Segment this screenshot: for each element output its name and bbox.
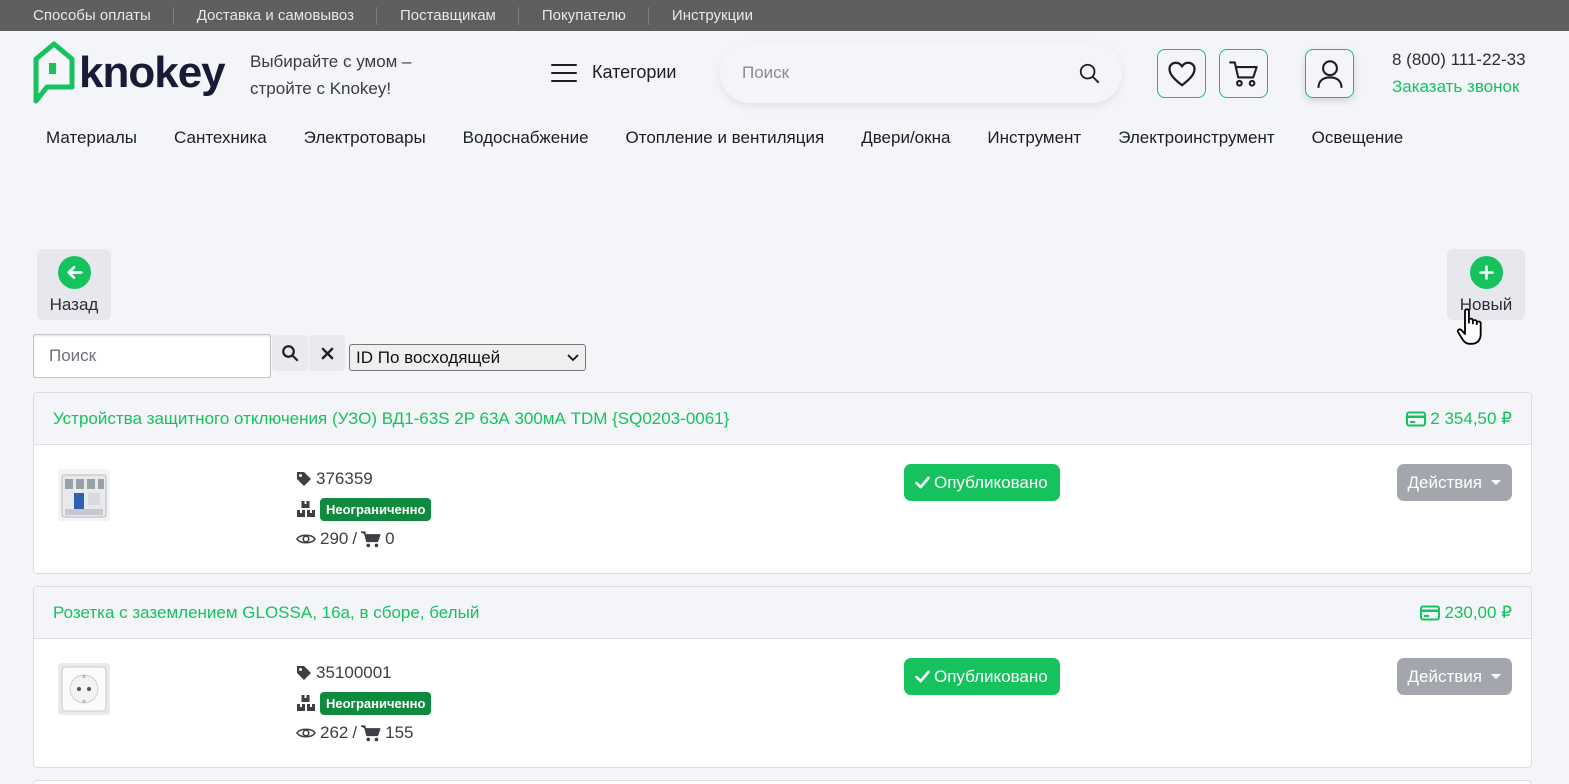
- phone-number[interactable]: 8 (800) 111-22-33: [1392, 50, 1526, 70]
- heart-icon: [1167, 61, 1196, 86]
- nav-item-lighting[interactable]: Освещение: [1312, 126, 1404, 150]
- filter-search-button[interactable]: [272, 335, 308, 371]
- nav-item-heating[interactable]: Отопление и вентиляция: [626, 126, 825, 150]
- back-label: Назад: [49, 295, 99, 314]
- product-sku: 376359: [316, 469, 373, 488]
- logo-icon: [33, 41, 75, 104]
- product-card: Розетка с заземлением GLOSSA, 16а, в сбо…: [33, 586, 1532, 768]
- check-icon: [915, 476, 930, 489]
- account-button[interactable]: [1305, 49, 1354, 98]
- product-orders: 155: [385, 723, 414, 742]
- product-orders: 0: [385, 529, 395, 548]
- filter-search-input[interactable]: [33, 334, 271, 378]
- product-price: 230,00 ₽: [1420, 603, 1512, 623]
- back-button[interactable]: Назад: [37, 249, 111, 320]
- header-search-input[interactable]: [742, 63, 1078, 83]
- published-status-button[interactable]: Опубликовано: [904, 464, 1060, 501]
- category-nav: Материалы Сантехника Электротовары Водос…: [46, 126, 1403, 150]
- nav-item-materials[interactable]: Материалы: [46, 126, 137, 150]
- back-arrow-icon: [57, 256, 91, 289]
- categories-label: Категории: [592, 62, 677, 82]
- stats-separator: /: [352, 723, 358, 742]
- cart-button[interactable]: [1219, 49, 1268, 98]
- topbar-link-instructions[interactable]: Инструкции: [672, 7, 775, 25]
- boxes-icon: [297, 695, 315, 711]
- nav-item-water-supply[interactable]: Водоснабжение: [463, 126, 589, 150]
- nav-item-power-tools[interactable]: Электроинструмент: [1118, 126, 1274, 150]
- clear-icon: [321, 347, 333, 359]
- categories-button[interactable]: Категории: [551, 62, 676, 83]
- search-icon: [282, 345, 299, 362]
- nav-item-plumbing[interactable]: Сантехника: [174, 126, 267, 150]
- topbar-link-suppliers[interactable]: Поставщикам: [400, 6, 519, 25]
- cart-small-icon: [361, 724, 381, 741]
- price-card-icon: [1406, 411, 1427, 426]
- eye-icon: [296, 728, 316, 738]
- wishlist-button[interactable]: [1157, 49, 1206, 98]
- tag-icon: [297, 472, 311, 486]
- tag-icon: [297, 666, 311, 680]
- topbar-link-payment[interactable]: Способы оплаты: [33, 6, 174, 25]
- cart-small-icon: [361, 530, 381, 547]
- product-thumbnail[interactable]: [58, 469, 110, 521]
- nav-item-doors-windows[interactable]: Двери/окна: [861, 126, 950, 150]
- stock-badge: Неограниченно: [320, 497, 432, 521]
- logo-wordmark: knokey: [79, 48, 226, 97]
- actions-dropdown-button[interactable]: Действия: [1396, 658, 1512, 695]
- boxes-icon: [297, 501, 315, 517]
- logo[interactable]: knokey: [33, 41, 226, 105]
- sort-select-value: ID По восходящей: [356, 347, 501, 367]
- burger-icon: [551, 63, 577, 82]
- product-title[interactable]: Розетка с заземлением GLOSSA, 16а, в сбо…: [53, 603, 479, 623]
- eye-icon: [296, 534, 316, 544]
- tagline: Выбирайте с умом – стройте с Knokey!: [250, 52, 412, 98]
- chevron-down-icon: [567, 353, 579, 361]
- callback-link[interactable]: Заказать звонок: [1392, 77, 1519, 97]
- product-title[interactable]: Устройства защитного отключения (УЗО) ВД…: [53, 409, 729, 429]
- published-status-label: Опубликовано: [934, 666, 1048, 686]
- stock-badge: Неограниченно: [320, 691, 432, 715]
- actions-dropdown-button[interactable]: Действия: [1396, 464, 1512, 501]
- plus-icon: [1469, 256, 1503, 289]
- nav-item-electrical[interactable]: Электротовары: [304, 126, 426, 150]
- caret-down-icon: [1491, 674, 1501, 679]
- actions-label: Действия: [1407, 666, 1482, 686]
- stats-separator: /: [352, 529, 358, 548]
- topbar-link-buyer[interactable]: Покупателю: [542, 6, 649, 25]
- product-sku: 35100001: [316, 663, 392, 682]
- product-card: [33, 780, 1532, 784]
- product-price-value: 2 354,50 ₽: [1430, 408, 1512, 428]
- check-icon: [915, 670, 930, 683]
- product-price-value: 230,00 ₽: [1444, 602, 1512, 622]
- published-status-label: Опубликовано: [934, 472, 1048, 492]
- topbar-link-delivery[interactable]: Доставка и самовывоз: [197, 6, 377, 25]
- product-card: Устройства защитного отключения (УЗО) ВД…: [33, 392, 1532, 574]
- actions-label: Действия: [1407, 472, 1482, 492]
- price-card-icon: [1420, 605, 1441, 620]
- product-views: 290: [320, 529, 349, 548]
- search-icon[interactable]: [1078, 62, 1100, 84]
- product-card-header: Розетка с заземлением GLOSSA, 16а, в сбо…: [34, 587, 1531, 639]
- product-price: 2 354,50 ₽: [1406, 409, 1512, 429]
- filter-clear-button[interactable]: [309, 335, 345, 371]
- top-bar: Способы оплаты Доставка и самовывоз Пост…: [0, 0, 1569, 31]
- nav-item-tools[interactable]: Инструмент: [987, 126, 1081, 150]
- product-thumbnail[interactable]: [58, 663, 110, 715]
- product-card-header: Устройства защитного отключения (УЗО) ВД…: [34, 393, 1531, 445]
- sort-select[interactable]: ID По восходящей: [349, 344, 586, 371]
- cart-icon: [1228, 60, 1258, 87]
- product-views: 262: [320, 723, 349, 742]
- user-icon: [1316, 59, 1343, 88]
- caret-down-icon: [1491, 480, 1501, 485]
- published-status-button[interactable]: Опубликовано: [904, 658, 1060, 695]
- header-search: [720, 43, 1122, 103]
- hand-cursor-icon: [1456, 308, 1482, 345]
